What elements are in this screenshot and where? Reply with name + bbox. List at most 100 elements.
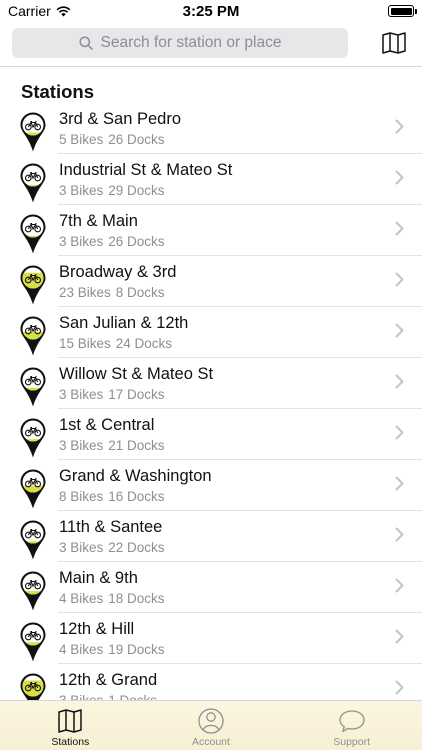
status-left: Carrier [8, 3, 71, 19]
bikes-count: 3 Bikes [59, 437, 104, 453]
bikes-count: 4 Bikes [59, 641, 104, 657]
station-availability: 5 Bikes 26 Docks [59, 132, 181, 148]
station-availability: 4 Bikes 19 Docks [59, 642, 165, 658]
bikes-count: 23 Bikes [59, 284, 111, 300]
docks-count: 8 Docks [115, 284, 165, 300]
station-availability: 3 Bikes 1 Docks [59, 693, 157, 701]
bikes-count: 3 Bikes [59, 233, 104, 249]
station-name: 1st & Central [59, 415, 155, 434]
search-row: Search for station or place [12, 27, 412, 59]
chevron-right-icon [395, 476, 404, 491]
tab-label: Account [192, 736, 230, 748]
search-icon [78, 36, 93, 50]
station-availability: 4 Bikes 18 Docks [59, 591, 165, 607]
carrier-label: Carrier [8, 3, 51, 19]
bikes-count: 3 Bikes [59, 539, 104, 555]
station-name: Industrial St & Mateo St [59, 160, 233, 179]
station-availability: 23 Bikes 8 Docks [59, 285, 176, 301]
chevron-right-icon [395, 680, 404, 695]
chevron-right-icon [395, 578, 404, 593]
station-name: 11th & Santee [59, 517, 163, 536]
station-row[interactable]: San Julian & 12th 15 Bikes 24 Docks [0, 307, 422, 358]
station-pin-icon [20, 163, 46, 202]
bikes-count: 15 Bikes [59, 335, 111, 351]
tab-bar: Stations Account Support [0, 700, 422, 750]
station-name: 3rd & San Pedro [59, 109, 181, 128]
station-row[interactable]: 7th & Main 3 Bikes 26 Docks [0, 205, 422, 256]
docks-count: 24 Docks [115, 335, 173, 351]
station-name: 7th & Main [59, 211, 138, 230]
station-name: Willow St & Mateo St [59, 364, 214, 383]
docks-count: 29 Docks [108, 182, 165, 198]
station-pin-icon [20, 469, 46, 508]
station-availability: 3 Bikes 26 Docks [59, 234, 165, 250]
station-text: 1st & Central 3 Bikes 21 Docks [59, 416, 165, 454]
docks-count: 26 Docks [108, 131, 165, 147]
station-list: 3rd & San Pedro 5 Bikes 26 Docks Industrial… [0, 103, 422, 700]
station-name: Broadway & 3rd [59, 262, 177, 281]
station-row[interactable]: 1st & Central 3 Bikes 21 Docks [0, 409, 422, 460]
chevron-right-icon [395, 221, 404, 236]
station-name: Grand & Washington [59, 466, 212, 485]
station-row[interactable]: Industrial St & Mateo St 3 Bikes 29 Docks [0, 154, 422, 205]
station-availability: 3 Bikes 17 Docks [59, 387, 213, 403]
station-text: 12th & Hill 4 Bikes 19 Docks [59, 620, 165, 658]
chevron-right-icon [395, 170, 404, 185]
station-availability: 3 Bikes 22 Docks [59, 540, 165, 556]
battery-icon [388, 5, 417, 17]
docks-count: 26 Docks [108, 233, 165, 249]
bikes-count: 3 Bikes [59, 386, 104, 402]
station-row[interactable]: 12th & Hill 4 Bikes 19 Docks [0, 613, 422, 664]
person-icon [198, 708, 224, 734]
tab-account[interactable]: Account [141, 708, 281, 750]
station-row[interactable]: Grand & Washington 8 Bikes 16 Docks [0, 460, 422, 511]
status-bar: Carrier 3:25 PM [0, 0, 422, 22]
chevron-right-icon [395, 119, 404, 134]
station-row[interactable]: 3rd & San Pedro 5 Bikes 26 Docks [0, 103, 422, 154]
station-pin-icon [20, 520, 46, 559]
bikes-count: 3 Bikes [59, 182, 104, 198]
bikes-count: 5 Bikes [59, 131, 104, 147]
station-text: San Julian & 12th 15 Bikes 24 Docks [59, 314, 188, 352]
section-title: Stations [21, 81, 94, 102]
chevron-right-icon [395, 629, 404, 644]
station-availability: 15 Bikes 24 Docks [59, 336, 188, 352]
station-text: Main & 9th 4 Bikes 18 Docks [59, 569, 165, 607]
station-text: Industrial St & Mateo St 3 Bikes 29 Docks [59, 161, 232, 199]
bikes-count: 3 Bikes [59, 692, 104, 701]
station-pin-icon [20, 214, 46, 253]
station-row[interactable]: 11th & Santee 3 Bikes 22 Docks [0, 511, 422, 562]
station-pin-icon [20, 418, 46, 457]
station-pin-icon [20, 367, 46, 406]
docks-count: 16 Docks [108, 488, 165, 504]
search-placeholder: Search for station or place [100, 34, 282, 51]
station-text: Willow St & Mateo St 3 Bikes 17 Docks [59, 365, 213, 403]
station-name: Main & 9th [59, 568, 138, 587]
station-text: 3rd & San Pedro 5 Bikes 26 Docks [59, 110, 181, 148]
tab-label: Stations [51, 736, 90, 748]
docks-count: 1 Docks [108, 692, 158, 701]
station-row[interactable]: Broadway & 3rd 23 Bikes 8 Docks [0, 256, 422, 307]
map-view-button[interactable] [380, 29, 408, 57]
station-text: Grand & Washington 8 Bikes 16 Docks [59, 467, 212, 505]
bikes-count: 4 Bikes [59, 590, 104, 606]
station-pin-icon [20, 265, 46, 304]
tab-support[interactable]: Support [282, 708, 422, 750]
station-text: 11th & Santee 3 Bikes 22 Docks [59, 518, 165, 556]
station-availability: 3 Bikes 29 Docks [59, 183, 232, 199]
station-row[interactable]: 12th & Grand 3 Bikes 1 Docks [0, 664, 422, 700]
tab-stations[interactable]: Stations [0, 708, 140, 750]
station-name: San Julian & 12th [59, 313, 189, 332]
station-row[interactable]: Main & 9th 4 Bikes 18 Docks [0, 562, 422, 613]
station-text: 12th & Grand 3 Bikes 1 Docks [59, 671, 157, 701]
search-input[interactable]: Search for station or place [12, 28, 348, 58]
station-pin-icon [20, 112, 46, 151]
map-icon [382, 32, 406, 54]
station-pin-icon [20, 316, 46, 355]
docks-count: 21 Docks [108, 437, 165, 453]
station-text: 7th & Main 3 Bikes 26 Docks [59, 212, 165, 250]
chevron-right-icon [395, 374, 404, 389]
station-text: Broadway & 3rd 23 Bikes 8 Docks [59, 263, 176, 301]
docks-count: 18 Docks [108, 590, 165, 606]
station-row[interactable]: Willow St & Mateo St 3 Bikes 17 Docks [0, 358, 422, 409]
